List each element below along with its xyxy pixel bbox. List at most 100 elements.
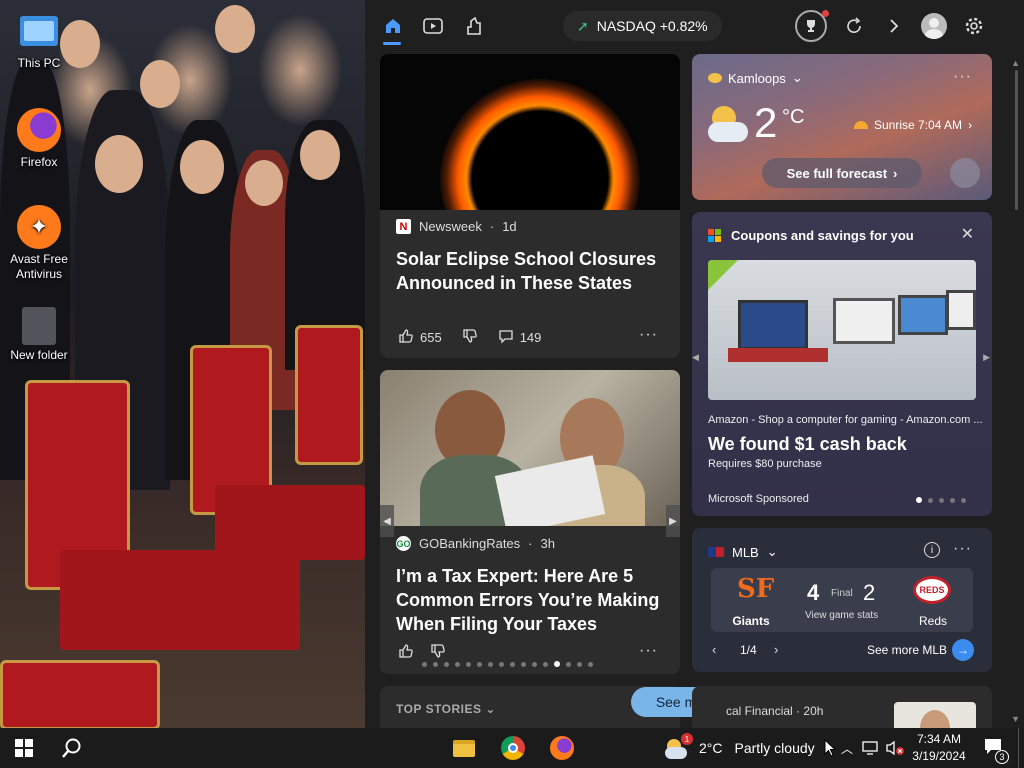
coupon-merchant[interactable]: Amazon - Shop a computer for gaming - Am… bbox=[708, 414, 983, 426]
firefox-button[interactable] bbox=[538, 728, 586, 768]
carousel-dot[interactable] bbox=[422, 661, 427, 667]
carousel-dot[interactable] bbox=[916, 497, 922, 503]
pager-prev-icon[interactable]: ‹ bbox=[712, 642, 716, 657]
rewards-trophy-icon[interactable] bbox=[795, 10, 829, 42]
taskbar-weather[interactable]: 1 2°C Partly cloudy bbox=[665, 728, 825, 768]
carousel-dot[interactable] bbox=[444, 661, 449, 667]
desktop-icon-avast[interactable]: ✦ Avast Free Antivirus bbox=[0, 205, 78, 282]
thumbs-down-icon[interactable] bbox=[462, 328, 478, 347]
avatar[interactable] bbox=[921, 13, 947, 39]
carousel-dot[interactable] bbox=[588, 661, 593, 667]
more-options-icon[interactable]: ··· bbox=[639, 326, 658, 344]
scroll-up-arrow[interactable]: ▲ bbox=[1011, 58, 1020, 68]
search-button[interactable] bbox=[48, 728, 96, 768]
carousel-dot[interactable] bbox=[543, 661, 548, 667]
chrome-button[interactable] bbox=[489, 728, 537, 768]
notification-dot bbox=[822, 10, 829, 17]
chevron-right-icon: › bbox=[968, 118, 973, 132]
carousel-next-button[interactable]: ▶ bbox=[983, 352, 990, 363]
carousel-dot[interactable] bbox=[477, 661, 482, 667]
news-thumbnail bbox=[894, 702, 976, 728]
carousel-dot[interactable] bbox=[455, 661, 460, 667]
carousel-dot[interactable] bbox=[433, 661, 438, 667]
desktop-icon-firefox[interactable]: Firefox bbox=[0, 108, 78, 169]
chevron-down-icon: ⌄ bbox=[766, 544, 778, 559]
arrow-right-icon[interactable]: → bbox=[952, 639, 974, 661]
volume-muted-icon[interactable] bbox=[884, 728, 906, 768]
wallpaper-chair-seat bbox=[60, 550, 300, 650]
desktop-icon-new-folder[interactable]: New folder bbox=[0, 307, 78, 362]
news-card-tax[interactable]: ◀ ▶ GO GOBankingRates · 3h I’m a Tax Exp… bbox=[380, 370, 680, 674]
more-options-icon[interactable]: ··· bbox=[953, 540, 972, 558]
carousel-dot[interactable] bbox=[928, 497, 933, 503]
carousel-prev-button[interactable]: ◀ bbox=[692, 352, 699, 363]
trend-up-icon: ➚ bbox=[577, 17, 589, 34]
stock-ticker[interactable]: ➚ NASDAQ +0.82% bbox=[563, 11, 722, 41]
carousel-dot[interactable] bbox=[466, 661, 471, 667]
game-stats-link[interactable]: View game stats bbox=[805, 610, 878, 621]
carousel-dots bbox=[916, 497, 966, 503]
info-icon[interactable]: i bbox=[924, 542, 940, 558]
weather-assistant-icon[interactable] bbox=[950, 158, 980, 188]
weather-location[interactable]: Kamloops ⌄ bbox=[708, 70, 803, 86]
comment-count: 149 bbox=[519, 330, 542, 345]
scroll-down-arrow[interactable]: ▼ bbox=[1011, 714, 1020, 724]
chevron-down-icon: ⌄ bbox=[791, 70, 803, 85]
carousel-dot[interactable] bbox=[554, 661, 560, 667]
show-desktop-button[interactable] bbox=[1018, 728, 1024, 768]
ticker-label: NASDAQ +0.82% bbox=[596, 18, 708, 34]
mlb-card[interactable]: MLB ⌄ i ··· SF Giants 4 Final 2 View gam… bbox=[692, 528, 992, 672]
start-button[interactable] bbox=[0, 728, 48, 768]
carousel-dot[interactable] bbox=[510, 661, 515, 667]
carousel-dot[interactable] bbox=[566, 661, 571, 667]
carousel-dot[interactable] bbox=[939, 497, 944, 503]
wallpaper-chair bbox=[295, 325, 363, 465]
temperature-unit: °C bbox=[782, 106, 805, 128]
carousel-dot[interactable] bbox=[950, 497, 955, 503]
news-headline[interactable]: I’m a Tax Expert: Here Are 5 Common Erro… bbox=[396, 564, 671, 636]
full-forecast-button[interactable]: See full forecast › bbox=[762, 158, 922, 188]
news-headline[interactable]: Solar Eclipse School Closures Announced … bbox=[396, 247, 666, 295]
carousel-prev-button[interactable]: ◀ bbox=[380, 505, 394, 537]
sunrise-info[interactable]: Sunrise 7:04 AM › bbox=[854, 118, 972, 132]
desktop-icon-this-pc[interactable]: This PC bbox=[0, 10, 78, 70]
carousel-dot[interactable] bbox=[521, 661, 526, 667]
carousel-dot[interactable] bbox=[577, 661, 582, 667]
refresh-icon[interactable] bbox=[842, 14, 866, 38]
chrome-icon bbox=[501, 736, 525, 760]
coupons-card[interactable]: Coupons and savings for you ✕ ◀ ▶ Amazon… bbox=[692, 212, 992, 516]
news-card-eclipse[interactable]: N Newsweek · 1d Solar Eclipse School Clo… bbox=[380, 54, 680, 358]
carousel-dot[interactable] bbox=[499, 661, 504, 667]
pager-next-icon[interactable]: › bbox=[774, 642, 778, 657]
weather-card[interactable]: Kamloops ⌄ ··· 2 °C Sunrise 7:04 AM › Se… bbox=[692, 54, 992, 200]
show-hidden-icons-chevron-icon[interactable]: ︿ bbox=[838, 728, 856, 768]
carousel-dots bbox=[422, 661, 593, 667]
gear-icon[interactable] bbox=[962, 14, 986, 38]
close-icon[interactable]: ✕ bbox=[961, 224, 974, 244]
see-more-mlb-link[interactable]: See more MLB bbox=[867, 643, 947, 657]
coupon-offer[interactable]: We found $1 cash back bbox=[708, 434, 907, 455]
thumbs-up-icon[interactable] bbox=[398, 328, 414, 347]
carousel-next-button[interactable]: ▶ bbox=[666, 505, 680, 537]
video-icon[interactable] bbox=[421, 14, 445, 38]
thumbs-up-icon[interactable] bbox=[398, 643, 414, 664]
more-options-icon[interactable]: ··· bbox=[639, 642, 658, 660]
notification-center-button[interactable]: 3 bbox=[978, 728, 1009, 768]
carousel-dot[interactable] bbox=[961, 497, 966, 503]
comment-icon[interactable] bbox=[498, 328, 514, 347]
chevron-right-icon[interactable] bbox=[882, 14, 906, 38]
file-explorer-button[interactable] bbox=[440, 728, 488, 768]
carousel-dot[interactable] bbox=[488, 661, 493, 667]
carousel-dot[interactable] bbox=[532, 661, 537, 667]
news-card-partial[interactable]: cal Financial · 20h bbox=[692, 686, 992, 728]
newsweek-logo-icon: N bbox=[396, 219, 411, 234]
games-icon[interactable] bbox=[462, 14, 486, 38]
home-icon[interactable] bbox=[381, 14, 405, 38]
scrollbar-thumb[interactable] bbox=[1015, 70, 1018, 210]
system-clock[interactable]: 7:34 AM 3/19/2024 bbox=[906, 728, 972, 768]
more-options-icon[interactable]: ··· bbox=[953, 68, 972, 86]
mlb-header[interactable]: MLB ⌄ bbox=[708, 544, 778, 560]
game-score-panel[interactable]: SF Giants 4 Final 2 View game stats REDS… bbox=[711, 568, 973, 632]
network-icon[interactable] bbox=[860, 728, 882, 768]
coupon-image-laptops bbox=[708, 260, 976, 400]
